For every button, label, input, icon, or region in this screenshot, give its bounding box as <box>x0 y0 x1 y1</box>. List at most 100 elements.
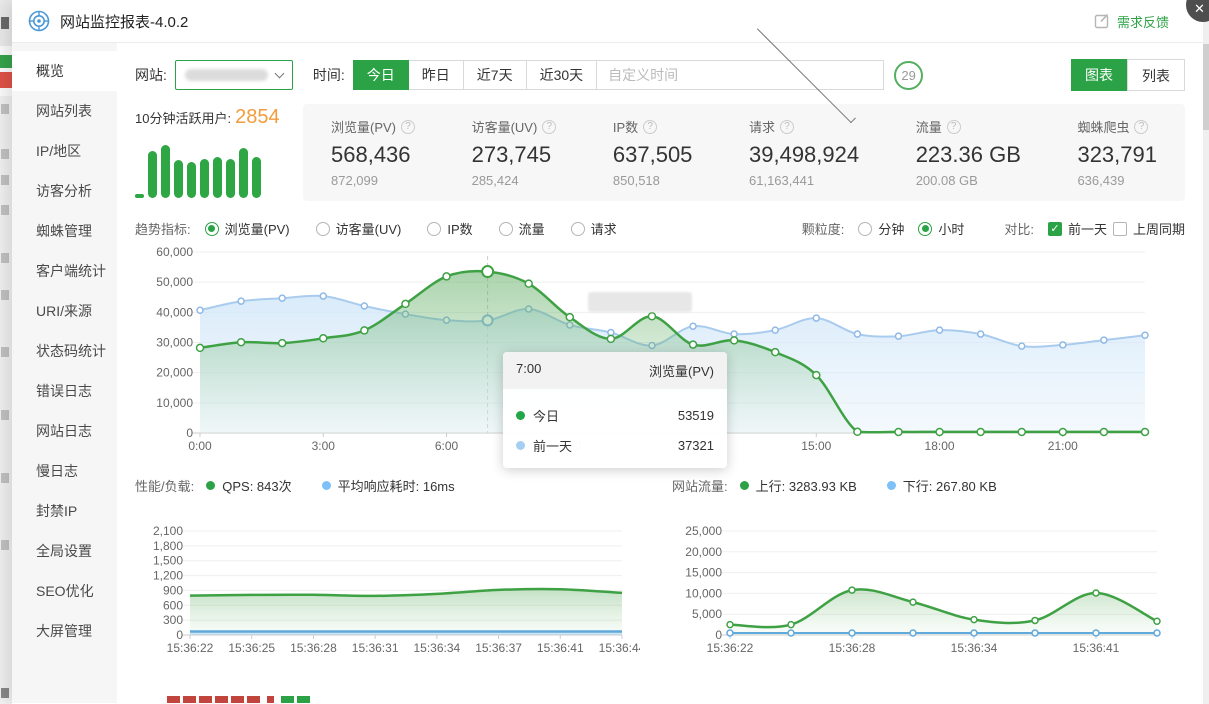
chart-tooltip: 7:00 浏览量(PV) 今日 53519 前一天 37321 <box>503 352 727 468</box>
series-dot-prev-day <box>516 441 525 450</box>
sidebar-item-overview[interactable]: 概览 <box>12 51 117 91</box>
radio-icon <box>571 222 585 236</box>
app-logo-icon <box>28 10 50 32</box>
compare-checkbox-last-week[interactable]: 上周同期 <box>1113 219 1185 238</box>
help-icon[interactable]: ? <box>542 120 556 134</box>
svg-text:15:36:37: 15:36:37 <box>475 641 522 655</box>
sidebar-item-uri-source[interactable]: URI/来源 <box>12 291 117 331</box>
tooltip-row-prev-day: 前一天 37321 <box>516 436 714 455</box>
metric-radio-requests[interactable]: 请求 <box>571 219 617 238</box>
stats-row: 10分钟活跃用户:2854 浏览量(PV)? 568,436 872,099 访… <box>135 104 1185 201</box>
custom-time-placeholder: 自定义时间 <box>608 65 740 85</box>
feedback-button[interactable]: 需求反馈 <box>1117 12 1169 31</box>
main-content: 网站: 时间: 今日 昨日 近7天 近30天 自定义时间 29 <box>117 43 1209 703</box>
sidebar-item-site-list[interactable]: 网站列表 <box>12 91 117 131</box>
granularity-label: 颗粒度: <box>802 219 845 238</box>
granularity-radio-hour[interactable]: 小时 <box>918 219 964 238</box>
background-text-fragment <box>1 347 9 357</box>
site-select[interactable] <box>175 60 293 90</box>
sidebar-item-banned-ip[interactable]: 封禁IP <box>12 491 117 531</box>
cutoff-footer-text <box>167 696 310 703</box>
stat-card-strip: 浏览量(PV)? 568,436 872,099 访客量(UV)? 273,74… <box>303 104 1185 201</box>
svg-text:21:00: 21:00 <box>1048 439 1078 453</box>
time-filter-last30days[interactable]: 近30天 <box>526 60 598 90</box>
view-toggle-chart[interactable]: 图表 <box>1071 59 1127 91</box>
series-dot-response-time <box>322 481 331 490</box>
view-toggle-list[interactable]: 列表 <box>1127 59 1185 91</box>
stat-prev-value: 872,099 <box>331 173 415 188</box>
help-icon[interactable]: ? <box>780 120 794 134</box>
granularity-radio-label: 小时 <box>938 219 964 238</box>
svg-text:20,000: 20,000 <box>685 545 722 559</box>
background-text-fragment <box>1 688 9 698</box>
compare-label: 对比: <box>1004 219 1034 238</box>
metric-radio-uv[interactable]: 访客量(UV) <box>316 219 402 238</box>
legend-label: 平均响应耗时: 16ms <box>338 476 455 495</box>
sidebar-item-seo[interactable]: SEO优化 <box>12 571 117 611</box>
granularity-radio-label: 分钟 <box>878 219 904 238</box>
active-users-label: 10分钟活跃用户: <box>135 111 231 126</box>
traffic-chart[interactable]: 05,00010,00015,00020,00025,00015:36:2215… <box>672 494 1177 656</box>
sidebar-item-visitor-analysis[interactable]: 访客分析 <box>12 171 117 211</box>
series-dot-qps <box>206 481 215 490</box>
svg-text:3:00: 3:00 <box>312 439 336 453</box>
help-icon[interactable]: ? <box>401 120 415 134</box>
sidebar-item-screen-management[interactable]: 大屏管理 <box>12 611 117 651</box>
background-fragment <box>0 46 12 96</box>
time-filter-last7days[interactable]: 近7天 <box>463 60 527 90</box>
active-users-bar <box>174 160 183 198</box>
time-filter-yesterday[interactable]: 昨日 <box>408 60 464 90</box>
modal-header: 网站监控报表-4.0.2 需求反馈 <box>12 0 1209 43</box>
scrollbar-thumb[interactable] <box>1203 44 1209 130</box>
svg-text:15:36:34: 15:36:34 <box>413 641 460 655</box>
traffic-svg: 05,00010,00015,00020,00025,00015:36:2215… <box>672 494 1177 656</box>
svg-text:15:36:44: 15:36:44 <box>599 641 640 655</box>
custom-time-select[interactable]: 自定义时间 <box>596 60 884 90</box>
background-page-sliver <box>0 0 12 704</box>
sidebar-item-slow-log[interactable]: 慢日志 <box>12 451 117 491</box>
metric-radio-pv[interactable]: 浏览量(PV) <box>205 219 290 238</box>
sidebar-item-client-stats[interactable]: 客户端统计 <box>12 251 117 291</box>
active-users-bar <box>161 145 170 198</box>
metric-radio-label: 访客量(UV) <box>336 219 402 238</box>
svg-text:15:36:22: 15:36:22 <box>707 641 754 655</box>
background-text-fragment <box>1 205 9 215</box>
help-icon[interactable]: ? <box>947 120 961 134</box>
time-filter-today[interactable]: 今日 <box>353 60 409 90</box>
scrollbar-track[interactable] <box>1203 0 1209 704</box>
svg-text:25,000: 25,000 <box>685 524 722 538</box>
background-text-fragment <box>1 175 9 185</box>
background-text-fragment <box>1 104 9 114</box>
sidebar-item-site-log[interactable]: 网站日志 <box>12 411 117 451</box>
svg-text:5,000: 5,000 <box>692 607 722 621</box>
perf-svg: 03006009001,2001,5001,8002,10015:36:2215… <box>135 494 640 656</box>
stat-label: IP数 <box>613 117 638 136</box>
svg-text:15:36:25: 15:36:25 <box>228 641 275 655</box>
perf-chart[interactable]: 03006009001,2001,5001,8002,10015:36:2215… <box>135 494 640 656</box>
metric-radio-ip[interactable]: IP数 <box>427 219 472 238</box>
svg-text:10,000: 10,000 <box>156 396 193 410</box>
svg-text:6:00: 6:00 <box>435 439 459 453</box>
help-icon[interactable]: ? <box>1134 120 1148 134</box>
granularity-radio-minute[interactable]: 分钟 <box>858 219 904 238</box>
sidebar-item-global-settings[interactable]: 全局设置 <box>12 531 117 571</box>
svg-text:40,000: 40,000 <box>156 305 193 319</box>
svg-text:0:00: 0:00 <box>188 439 212 453</box>
sidebar-item-error-log[interactable]: 错误日志 <box>12 371 117 411</box>
stat-value: 637,505 <box>613 142 693 168</box>
sidebar-item-ip-region[interactable]: IP/地区 <box>12 131 117 171</box>
help-icon[interactable]: ? <box>643 120 657 134</box>
trend-metrics-label: 趋势指标: <box>135 219 191 238</box>
stat-label: 访客量(UV) <box>472 117 538 136</box>
background-text-fragment <box>1 540 9 550</box>
radio-icon <box>427 222 441 236</box>
stat-card-requests: 请求? 39,498,924 61,163,441 <box>749 117 859 188</box>
active-users-bar <box>148 151 157 198</box>
sidebar-item-status-code-stats[interactable]: 状态码统计 <box>12 331 117 371</box>
svg-text:600: 600 <box>163 598 183 612</box>
sidebar-item-spider-management[interactable]: 蜘蛛管理 <box>12 211 117 251</box>
stat-value: 323,791 <box>1077 142 1157 168</box>
trend-chart[interactable]: 010,00020,00030,00040,00050,00060,0000:0… <box>135 242 1185 460</box>
compare-checkbox-prev-day[interactable]: ✓前一天 <box>1048 219 1107 238</box>
metric-radio-traffic[interactable]: 流量 <box>499 219 545 238</box>
